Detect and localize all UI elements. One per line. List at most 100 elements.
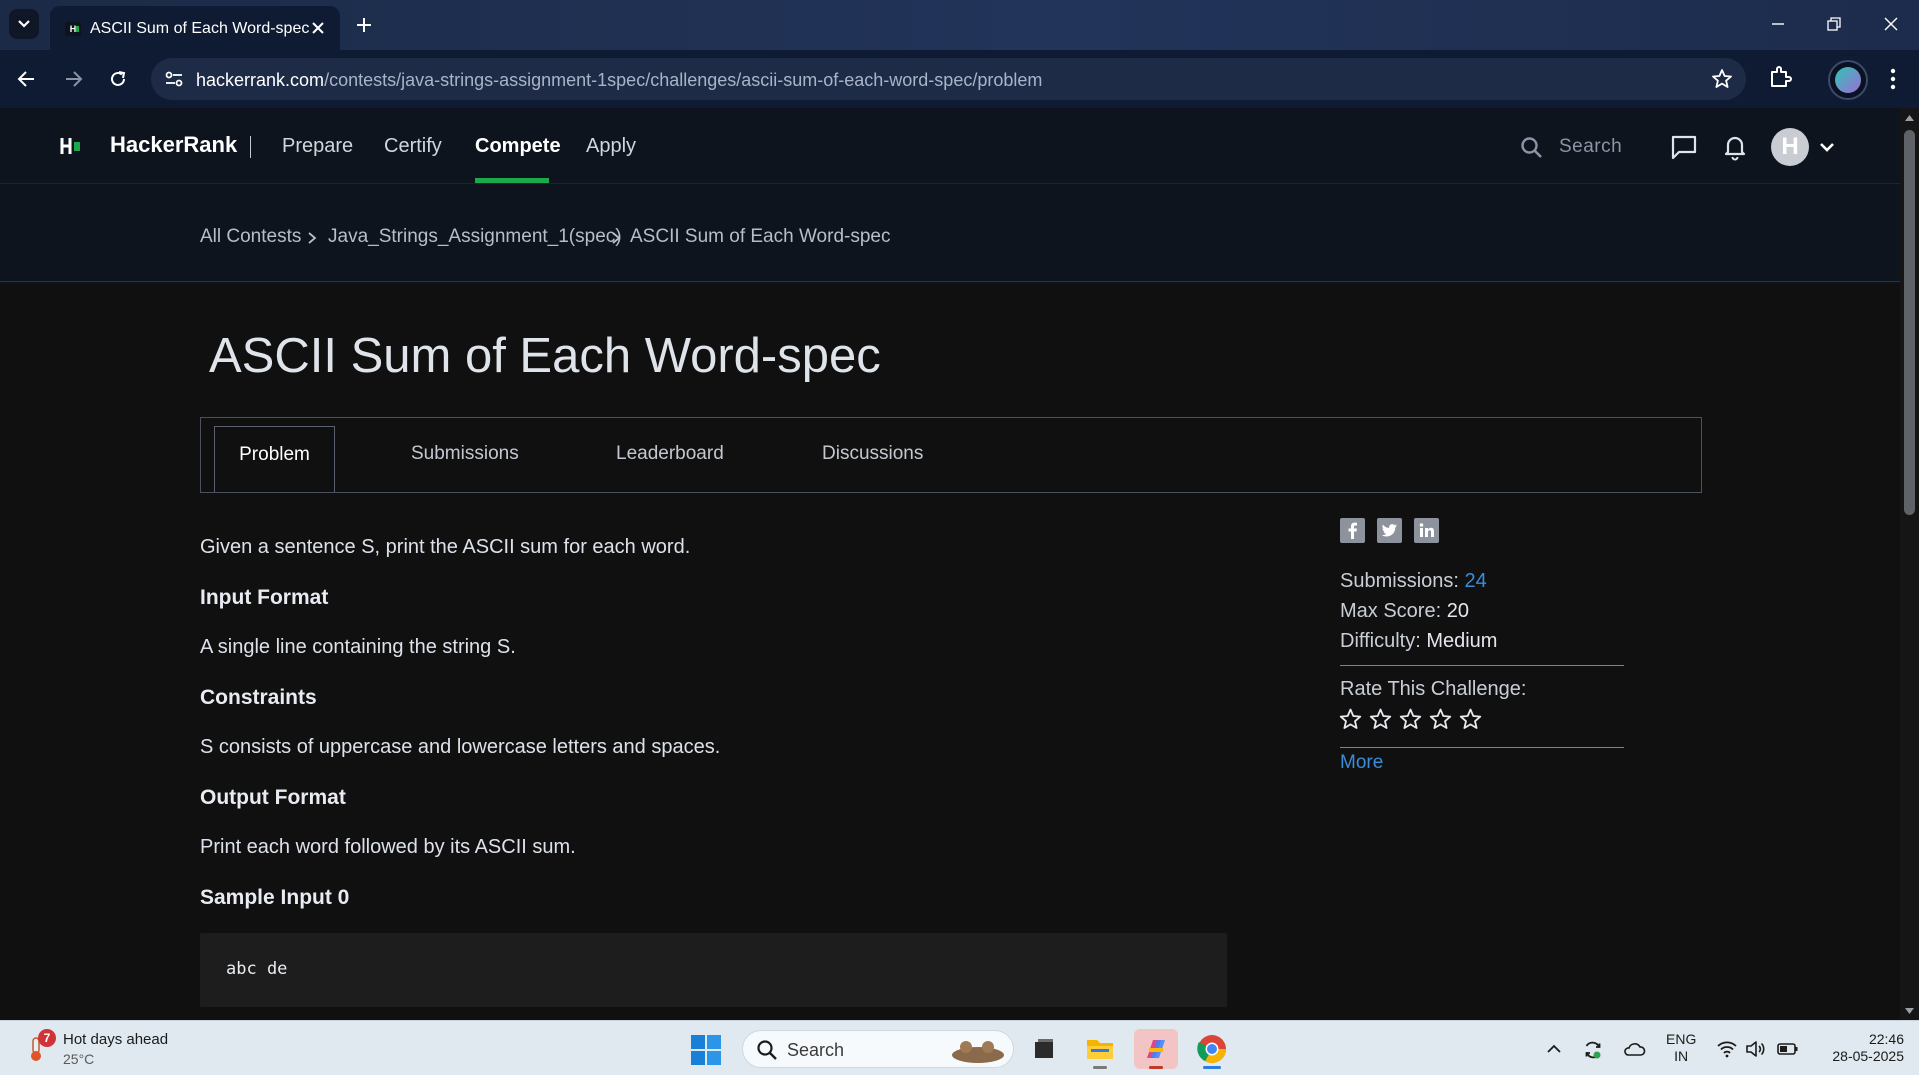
page-title: ASCII Sum of Each Word-spec: [209, 329, 881, 383]
nav-certify[interactable]: Certify: [384, 135, 442, 158]
nav-prepare[interactable]: Prepare: [282, 135, 353, 158]
tab-leaderboard[interactable]: Leaderboard: [616, 426, 724, 492]
volume-icon[interactable]: [1744, 1039, 1765, 1059]
taskbar-search[interactable]: Search: [742, 1030, 1014, 1068]
onedrive-cloud-icon[interactable]: [1622, 1039, 1646, 1059]
show-hidden-icons-chevron-up-icon[interactable]: [1544, 1039, 1564, 1059]
breadcrumb-all-contests[interactable]: All Contests: [200, 226, 301, 248]
tab-problem[interactable]: Problem: [214, 426, 335, 492]
facebook-icon[interactable]: [1340, 518, 1365, 543]
weather-title[interactable]: Hot days ahead: [63, 1031, 168, 1048]
bookmark-star-icon[interactable]: [1710, 67, 1734, 91]
difficulty-label: Difficulty:: [1340, 630, 1421, 652]
plus-icon: [357, 18, 371, 32]
star-icon[interactable]: [1428, 707, 1453, 732]
submissions-stat: Submissions: 24: [1340, 570, 1487, 593]
close-tab-icon[interactable]: [308, 18, 328, 38]
breadcrumb-challenge[interactable]: ASCII Sum of Each Word-spec: [630, 226, 890, 248]
chrome-app-icon[interactable]: [1190, 1029, 1234, 1069]
nav-apply[interactable]: Apply: [586, 135, 636, 158]
profile-avatar[interactable]: [1828, 60, 1868, 100]
scroll-down-icon[interactable]: [1904, 1006, 1915, 1016]
tab-submissions[interactable]: Submissions: [411, 426, 519, 492]
problem-description: Given a sentence S, print the ASCII sum …: [200, 536, 691, 558]
nav-compete[interactable]: Compete: [475, 135, 561, 158]
minimize-icon: [1772, 23, 1784, 25]
star-icon[interactable]: [1398, 707, 1423, 732]
url-host: hackerrank.com: [196, 70, 325, 90]
breadcrumb-contest[interactable]: Java_Strings_Assignment_1(spec): [328, 226, 622, 248]
brand-divider: [250, 136, 251, 158]
extensions-icon[interactable]: [1767, 64, 1795, 92]
close-window-button[interactable]: [1873, 8, 1909, 40]
user-avatar[interactable]: H: [1771, 128, 1809, 166]
input-format-heading: Input Format: [200, 586, 329, 609]
active-nav-indicator: [475, 178, 549, 183]
notifications-bell-icon[interactable]: [1720, 132, 1750, 162]
output-format-heading: Output Format: [200, 786, 346, 809]
tab-discussions[interactable]: Discussions: [822, 426, 923, 492]
brand-name[interactable]: HackerRank: [110, 132, 237, 158]
messages-icon[interactable]: [1669, 132, 1699, 162]
search-placeholder: Search: [1559, 136, 1623, 157]
reload-button[interactable]: [103, 64, 133, 94]
file-explorer-icon[interactable]: [1078, 1029, 1122, 1069]
scroll-up-icon[interactable]: [1904, 113, 1915, 123]
more-link[interactable]: More: [1340, 752, 1383, 774]
star-icon[interactable]: [1458, 707, 1483, 732]
tab-search-button[interactable]: [9, 9, 39, 39]
submissions-count-link[interactable]: 24: [1465, 570, 1487, 592]
star-icon[interactable]: [1338, 707, 1363, 732]
region-code: IN: [1674, 1048, 1689, 1064]
hackerrank-logo-icon[interactable]: [60, 136, 82, 156]
active-app-indicator: [1203, 1066, 1221, 1069]
clock-date: 28-05-2025: [1832, 1048, 1904, 1064]
new-tab-button[interactable]: [350, 11, 378, 39]
windows-start-icon[interactable]: [690, 1034, 722, 1066]
taskbar-search-placeholder: Search: [787, 1040, 845, 1060]
back-button[interactable]: [12, 64, 42, 94]
running-indicator: [1093, 1066, 1107, 1069]
minimize-button[interactable]: [1760, 8, 1796, 40]
browser-menu-icon[interactable]: [1883, 64, 1903, 94]
linkedin-icon[interactable]: [1414, 518, 1439, 543]
close-icon: [1884, 17, 1898, 31]
clock-time: 22:46: [1868, 1031, 1904, 1047]
restore-button[interactable]: [1816, 8, 1852, 40]
page-scrollbar[interactable]: [1900, 108, 1919, 1020]
forward-button[interactable]: [58, 64, 88, 94]
star-icon[interactable]: [1368, 707, 1393, 732]
scrollbar-thumb[interactable]: [1904, 130, 1915, 515]
constraints-heading: Constraints: [200, 686, 317, 709]
clock[interactable]: 22:46 28-05-2025: [1816, 1031, 1904, 1065]
difficulty-value: Medium: [1426, 630, 1498, 652]
browser-tab-active[interactable]: H ASCII Sum of Each Word-spec |: [50, 6, 340, 50]
browser-toolbar: hackerrank.com/contests/java-strings-ass…: [0, 50, 1919, 108]
sample-input-text: abc de: [226, 959, 288, 979]
wifi-icon[interactable]: [1716, 1039, 1737, 1059]
chevron-down-icon[interactable]: [1816, 136, 1838, 158]
twitter-icon[interactable]: [1377, 518, 1402, 543]
battery-icon[interactable]: [1776, 1039, 1798, 1059]
rate-challenge-label: Rate This Challenge:: [1340, 678, 1527, 700]
arrow-right-icon: [66, 71, 83, 87]
sample-input-block: abc de: [200, 933, 1227, 1007]
task-view-icon[interactable]: [1022, 1029, 1066, 1069]
browser-tab-strip: H ASCII Sum of Each Word-spec |: [0, 0, 1919, 50]
max-score-stat: Max Score: 20: [1340, 600, 1469, 623]
sync-icon[interactable]: [1582, 1039, 1602, 1059]
rating-stars: [1338, 707, 1482, 733]
running-indicator: [1149, 1066, 1163, 1069]
site-search[interactable]: Search: [1515, 134, 1645, 162]
language-code: ENG: [1666, 1031, 1697, 1047]
search-highlight-icon: [952, 1041, 1004, 1063]
challenge-tabs: Problem Submissions Leaderboard Discussi…: [200, 417, 1702, 493]
site-info-icon[interactable]: [161, 66, 187, 92]
breadcrumb: All Contests Java_Strings_Assignment_1(s…: [0, 184, 1900, 282]
chevron-right-icon: [610, 231, 622, 245]
search-icon: [1521, 137, 1542, 158]
input-language[interactable]: ENG IN: [1666, 1031, 1696, 1065]
address-bar[interactable]: hackerrank.com/contests/java-strings-ass…: [151, 58, 1746, 100]
tab-title: ASCII Sum of Each Word-spec |: [90, 20, 310, 37]
copilot-app-icon[interactable]: [1134, 1029, 1178, 1069]
